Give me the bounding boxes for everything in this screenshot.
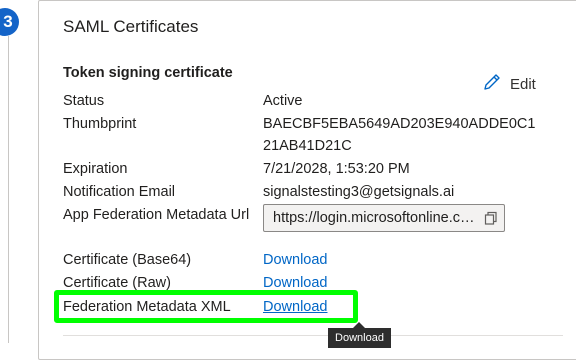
app-federation-metadata-url-label: App Federation Metadata Url (63, 207, 250, 223)
certificate-base64-label: Certificate (Base64) (63, 252, 192, 268)
thumbprint-value: BAECBF5EBA5649AD203E940ADDE0C121AB41D21C (263, 116, 536, 154)
green-highlight-box (54, 290, 358, 323)
expiration-label: Expiration (63, 161, 128, 177)
app-federation-metadata-url-value: https://login.microsoftonline.com/ (273, 210, 478, 226)
timeline-line (8, 36, 9, 343)
certificate-raw-download-link[interactable]: Download (263, 275, 328, 291)
status-label: Status (63, 93, 105, 109)
status-value: Active (263, 93, 303, 109)
thumbprint-label: Thumbprint (63, 116, 137, 132)
expiration-value: 7/21/2028, 1:53:20 PM (263, 161, 410, 177)
notification-email-value: signalstesting3@getsignals.ai (263, 184, 455, 200)
card-divider (63, 335, 563, 336)
app-federation-metadata-url-field[interactable]: https://login.microsoftonline.com/ (263, 204, 505, 232)
section-title: Token signing certificate (63, 65, 233, 81)
download-tooltip: Download (328, 328, 391, 348)
certificate-base64-download-link[interactable]: Download (263, 252, 328, 268)
copy-icon[interactable] (484, 211, 498, 225)
notification-email-label: Notification Email (63, 184, 176, 200)
card-title: SAML Certificates (63, 17, 199, 36)
step-number-badge: 3 (0, 8, 19, 36)
